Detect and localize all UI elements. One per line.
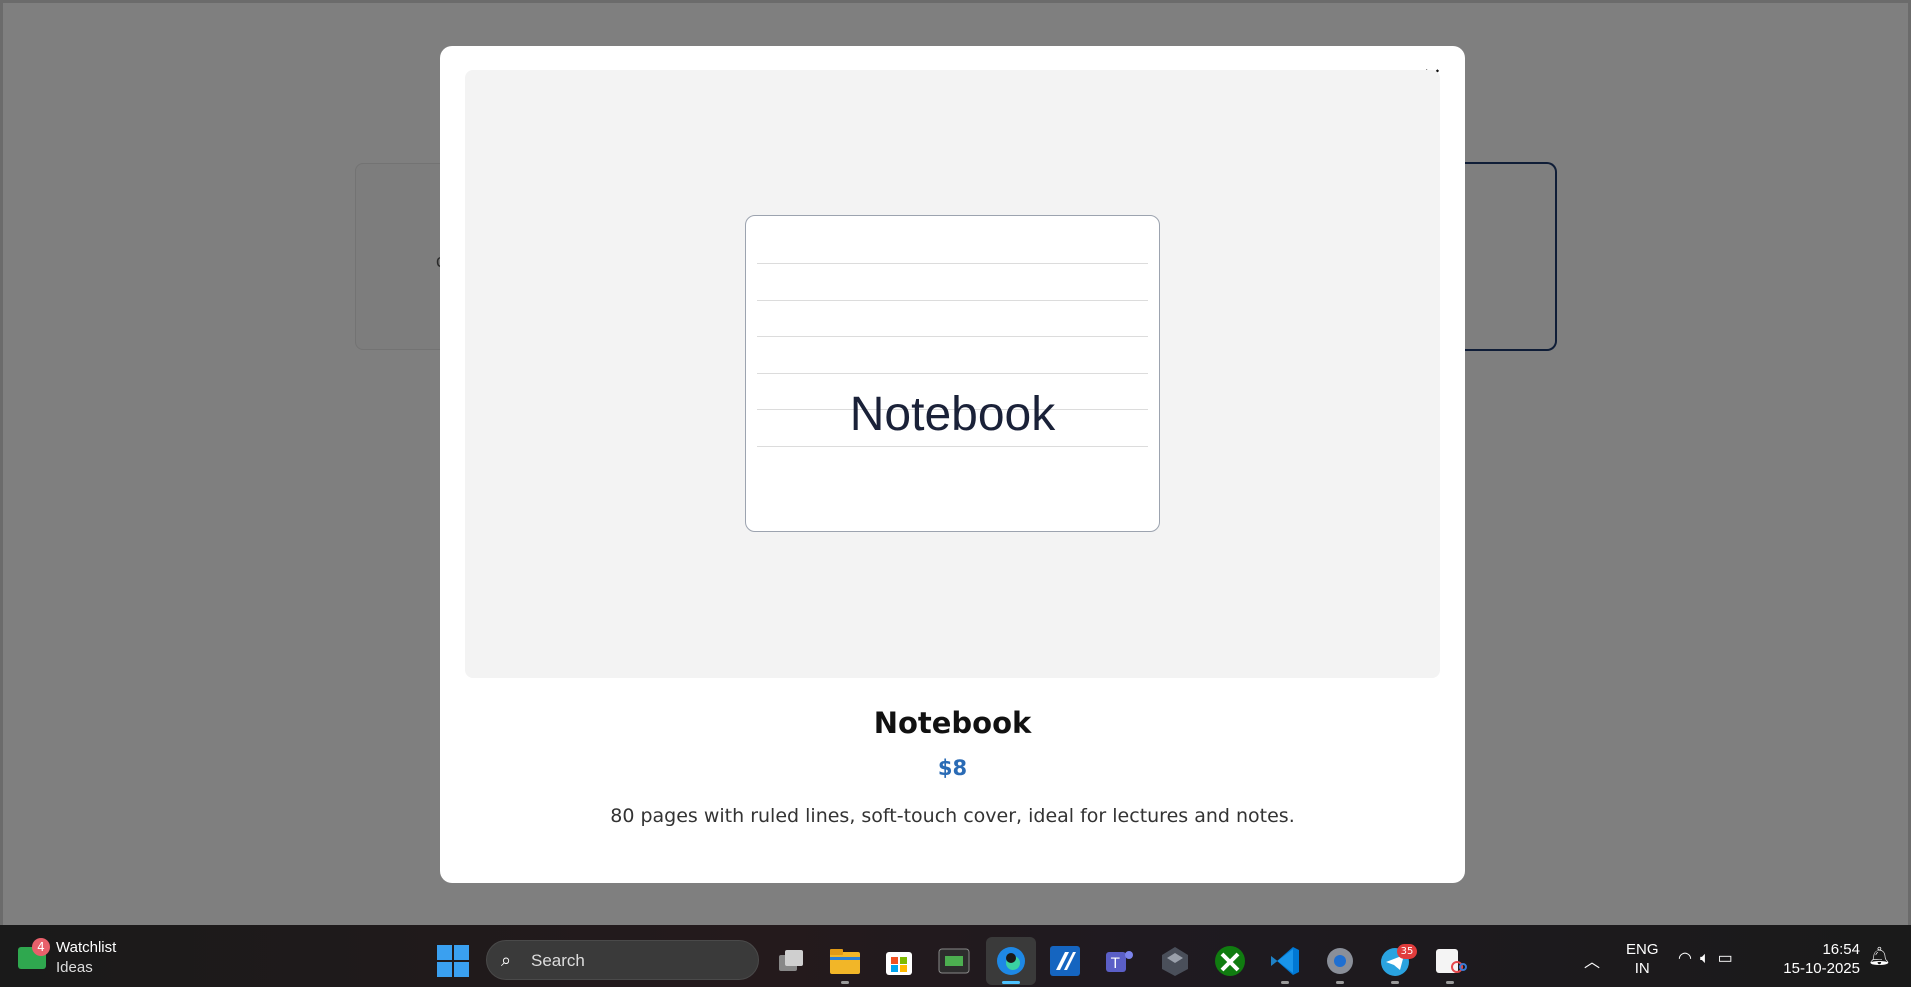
clock-time: 16:54 xyxy=(1822,941,1860,958)
ruled-line xyxy=(757,446,1148,447)
app-indicator xyxy=(1391,981,1399,984)
search-placeholder: Search xyxy=(531,951,585,970)
notebook-illustration: Notebook xyxy=(745,215,1160,532)
search-icon: ⌕ xyxy=(501,950,512,971)
task-view-icon[interactable] xyxy=(773,943,809,979)
language-line1: ENG xyxy=(1626,941,1659,958)
teams-icon[interactable]: T xyxy=(1102,943,1138,979)
widget-title: Watchlist xyxy=(56,939,117,956)
clock-date: 15-10-2025 xyxy=(1783,960,1860,977)
clock[interactable]: 16:54 15-10-2025 xyxy=(1780,940,1860,978)
battery-icon: ▭ xyxy=(1717,950,1741,967)
ai-tool-icon[interactable] xyxy=(1047,943,1083,979)
edge-icon[interactable] xyxy=(993,943,1029,979)
widgets-button[interactable]: 4 Watchlist Ideas xyxy=(14,937,154,979)
app-cube-icon[interactable] xyxy=(1157,943,1193,979)
app-indicator xyxy=(1281,981,1289,984)
app-indicator xyxy=(1336,981,1344,984)
notebook-image-label: Notebook xyxy=(849,388,1056,441)
product-description: 80 pages with ruled lines, soft-touch co… xyxy=(610,805,1295,827)
windows-logo-tile xyxy=(454,945,469,960)
vscode-icon[interactable] xyxy=(1267,943,1303,979)
show-hidden-icons-chevron-icon[interactable]: ︿ xyxy=(1584,948,1600,972)
product-name: Notebook xyxy=(873,706,1032,740)
ruled-line xyxy=(757,336,1148,337)
windows-logo-tile xyxy=(437,962,452,977)
start-button[interactable] xyxy=(437,945,469,977)
ruled-line xyxy=(757,373,1148,374)
app-indicator xyxy=(841,981,849,984)
svg-text:T: T xyxy=(1110,956,1120,972)
terminal-icon[interactable] xyxy=(936,943,972,979)
windows-logo-tile xyxy=(437,945,452,960)
file-explorer-icon[interactable] xyxy=(827,943,863,979)
ruled-line xyxy=(757,263,1148,264)
system-tray-icons[interactable]: ◠🔈︎▭ xyxy=(1678,948,1741,968)
app-indicator xyxy=(1446,981,1454,984)
settings-icon[interactable] xyxy=(1322,943,1358,979)
taskbar-search[interactable]: ⌕ Search xyxy=(486,940,759,980)
widget-subtitle: Ideas xyxy=(56,959,93,976)
language-line2: IN xyxy=(1634,960,1650,977)
snipping-tool-icon[interactable] xyxy=(1432,943,1468,979)
ruled-line xyxy=(757,300,1148,301)
wifi-icon: ◠ xyxy=(1678,950,1700,967)
product-price: $8 xyxy=(937,756,968,780)
microsoft-store-icon[interactable] xyxy=(881,943,917,979)
volume-muted-icon: 🔈︎ xyxy=(1699,950,1718,967)
windows-logo-tile xyxy=(454,962,469,977)
active-app-indicator xyxy=(1002,981,1020,984)
telegram-badge: 35 xyxy=(1397,944,1417,959)
language-indicator[interactable]: ENG IN xyxy=(1626,940,1659,978)
xbox-icon[interactable] xyxy=(1212,943,1248,979)
widget-badge: 4 xyxy=(32,938,50,956)
notification-bell-icon[interactable]: 🔔︎ xyxy=(1868,946,1891,967)
